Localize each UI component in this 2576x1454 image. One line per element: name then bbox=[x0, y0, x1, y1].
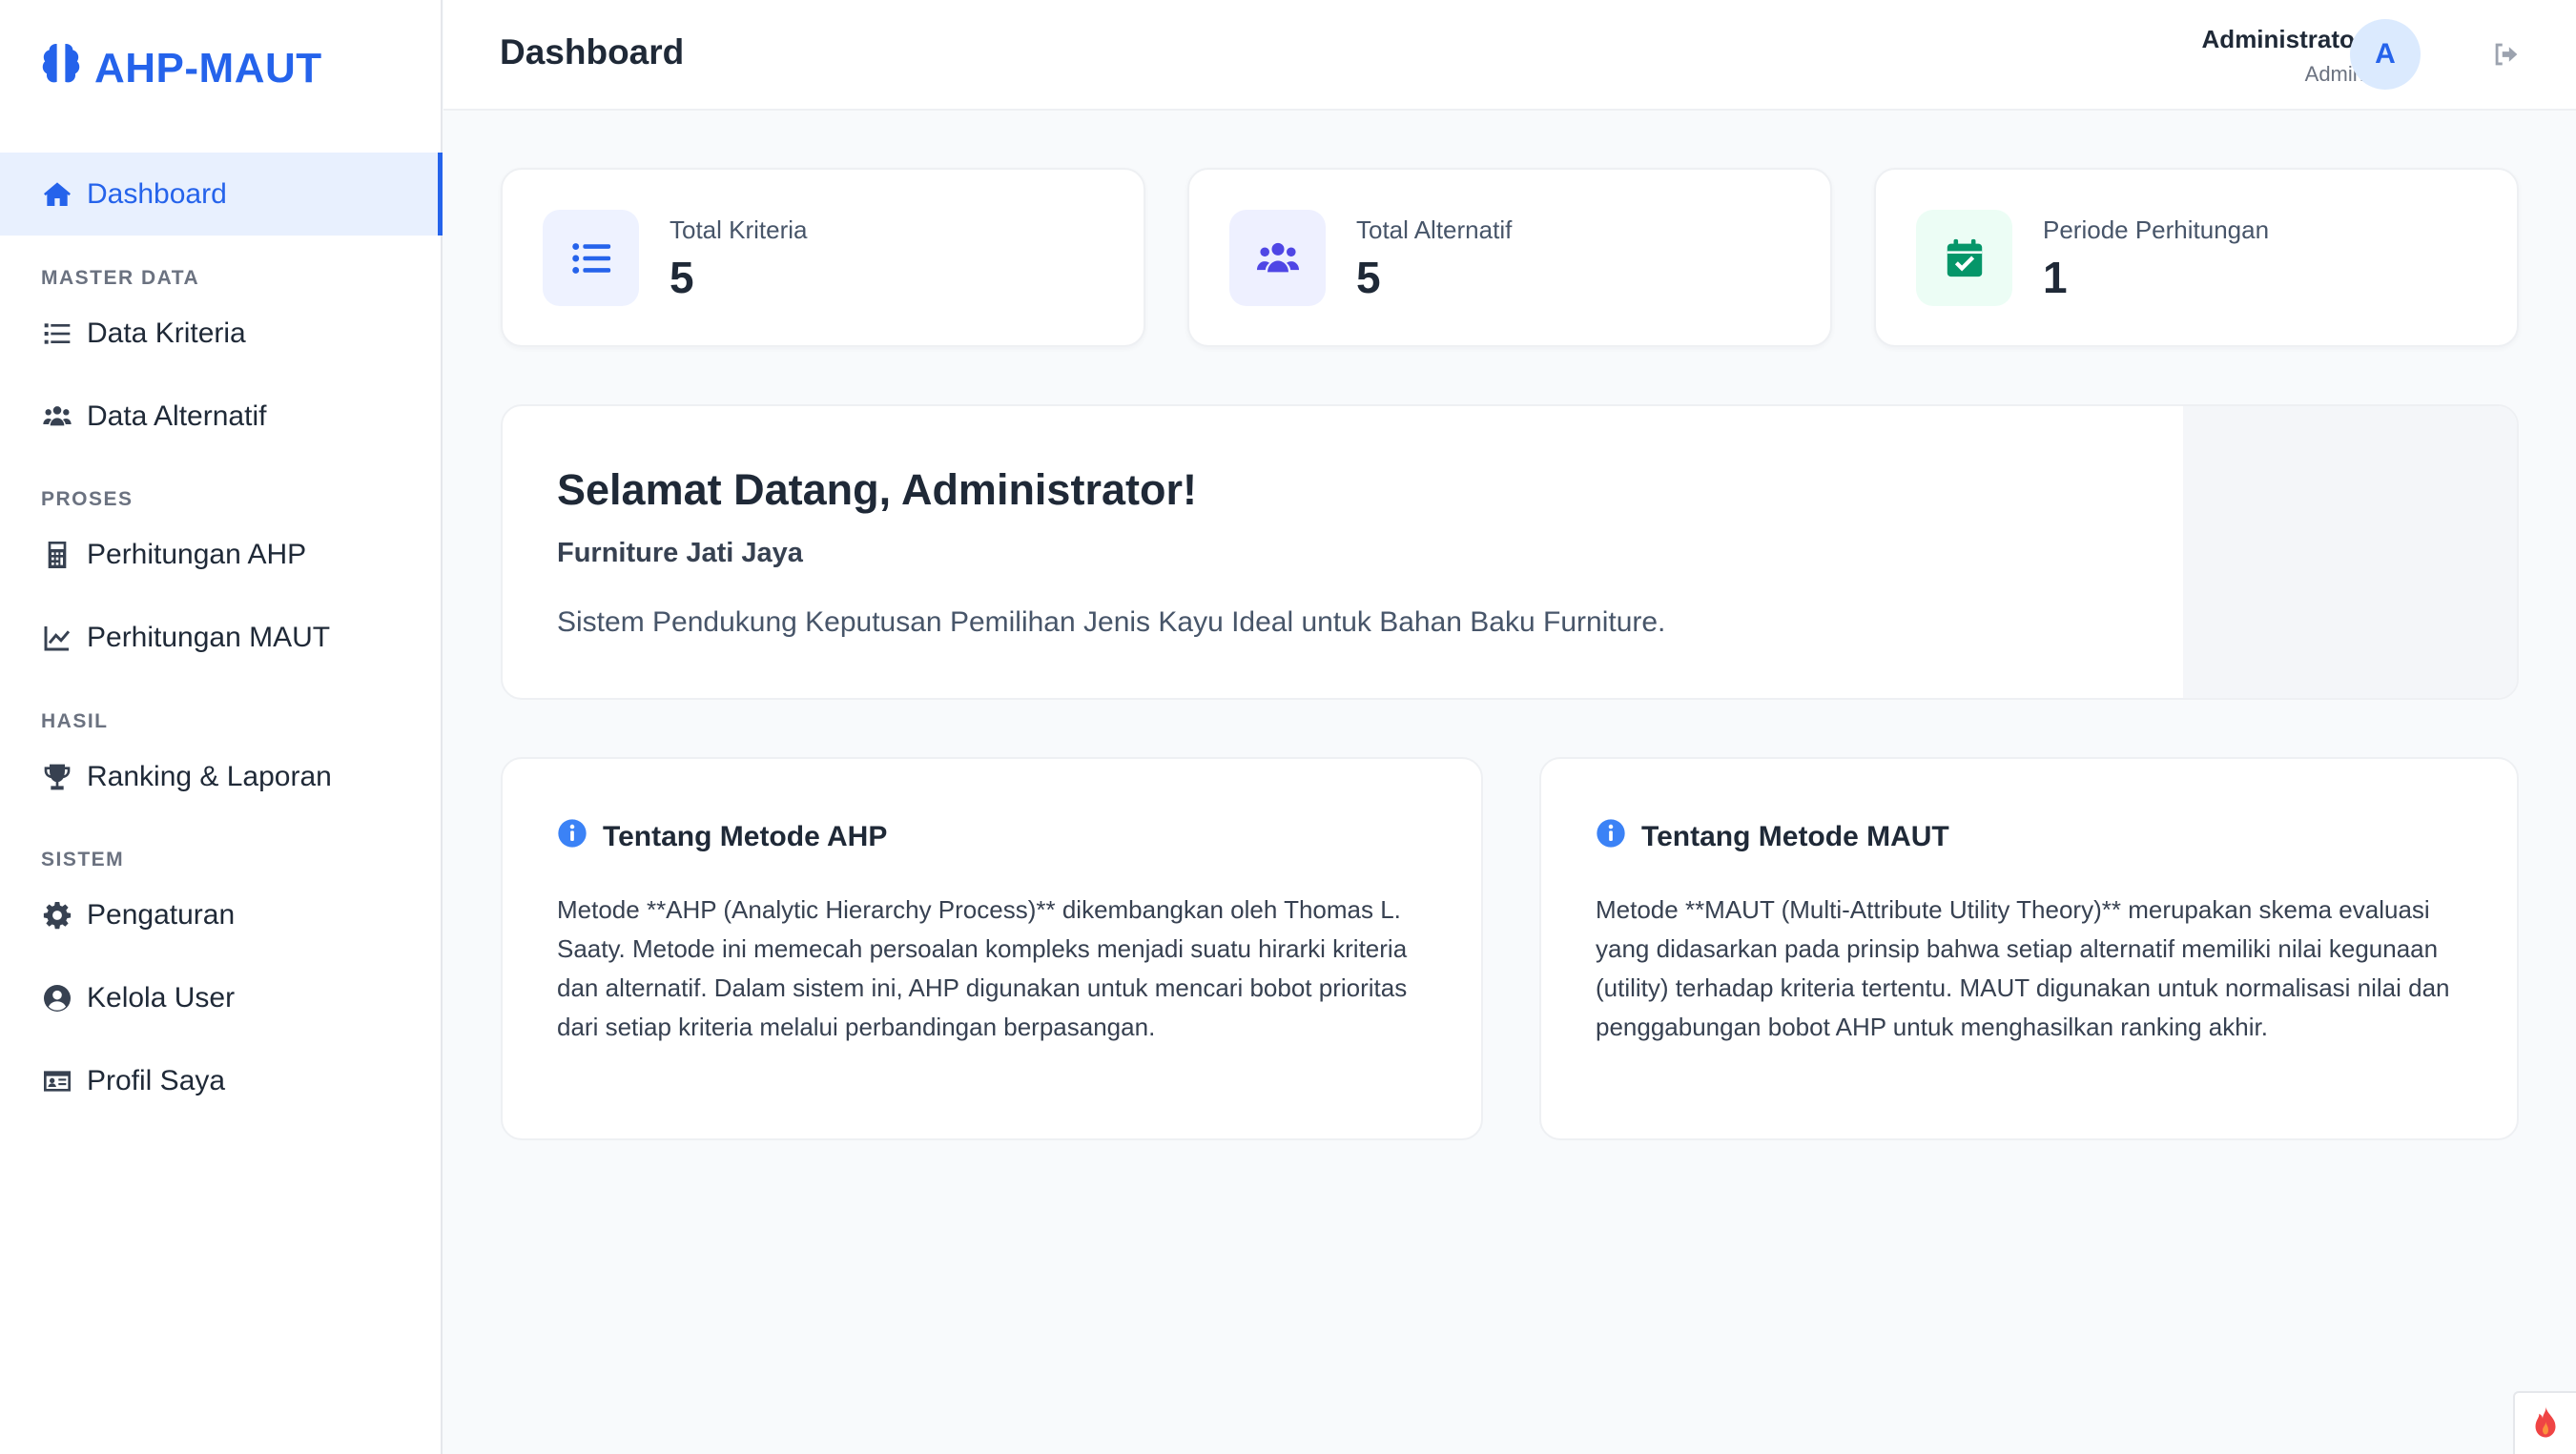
debug-toolbar-button[interactable] bbox=[2513, 1391, 2576, 1454]
sidebar-item-perhitungan-maut[interactable]: Perhitungan MAUT bbox=[0, 596, 443, 679]
brand-logo[interactable]: AHP-MAUT bbox=[41, 42, 322, 95]
info-card-text: Metode **MAUT (Multi-Attribute Utility T… bbox=[1596, 895, 2450, 1041]
user-info: Administrator Admin bbox=[2202, 25, 2364, 87]
stat-label: Total Kriteria bbox=[670, 215, 808, 244]
info-title-text: Tentang Metode AHP bbox=[603, 821, 888, 852]
info-circle-icon bbox=[557, 818, 587, 856]
user-circle-icon bbox=[41, 982, 73, 1014]
user-role: Admin bbox=[2304, 62, 2364, 86]
sidebar-item-data-alternatif[interactable]: Data Alternatif bbox=[0, 375, 443, 458]
id-card-icon bbox=[41, 1065, 73, 1097]
sidebar-item-label: Perhitungan MAUT bbox=[87, 621, 331, 653]
sidebar-item-profil-saya[interactable]: Profil Saya bbox=[0, 1039, 443, 1122]
users-icon bbox=[1229, 210, 1326, 306]
trophy-icon bbox=[41, 761, 73, 793]
stat-label: Periode Perhitungan bbox=[2043, 215, 2270, 244]
calendar-check-icon bbox=[1916, 210, 2012, 306]
sidebar-item-label: Kelola User bbox=[87, 981, 236, 1014]
stat-value: 1 bbox=[2043, 253, 2068, 302]
stat-card-total-kriteria: Total Kriteria 5 bbox=[501, 168, 1145, 347]
calculator-icon bbox=[41, 539, 73, 571]
stat-value: 5 bbox=[1356, 253, 1381, 302]
sidebar-item-label: Data Kriteria bbox=[87, 317, 246, 349]
info-card-text: Metode **AHP (Analytic Hierarchy Process… bbox=[557, 895, 1408, 1041]
logout-icon[interactable] bbox=[2490, 38, 2523, 71]
section-sistem: SISTEM bbox=[41, 849, 125, 870]
line-chart-icon bbox=[41, 622, 73, 654]
info-card-maut: Tentang Metode MAUT Metode **MAUT (Multi… bbox=[1539, 757, 2519, 1140]
sidebar-item-dashboard[interactable]: Dashboard bbox=[0, 153, 443, 236]
avatar[interactable]: A bbox=[2350, 19, 2421, 90]
flame-icon bbox=[2530, 1404, 2561, 1444]
stat-value: 5 bbox=[670, 253, 694, 302]
app-name: AHP-MAUT bbox=[94, 45, 322, 92]
info-circle-icon bbox=[1596, 818, 1626, 856]
page-title: Dashboard bbox=[500, 32, 685, 72]
welcome-title: Selamat Datang, Administrator! bbox=[557, 465, 1197, 514]
brain-icon bbox=[41, 42, 81, 96]
info-card-ahp: Tentang Metode AHP Metode **AHP (Analyti… bbox=[501, 757, 1483, 1140]
home-icon bbox=[41, 178, 73, 211]
app-root: AHP-MAUT Dashboard MASTER DATA Data Krit… bbox=[0, 0, 2576, 1454]
sidebar-item-data-kriteria[interactable]: Data Kriteria bbox=[0, 292, 443, 375]
info-title-text: Tentang Metode MAUT bbox=[1641, 821, 1949, 852]
gear-icon bbox=[41, 899, 73, 932]
sidebar-item-ranking-laporan[interactable]: Ranking & Laporan bbox=[0, 735, 443, 818]
decorative-panel bbox=[2183, 406, 2517, 698]
sidebar-item-label: Dashboard bbox=[87, 177, 227, 210]
stat-card-total-alternatif: Total Alternatif 5 bbox=[1187, 168, 1832, 347]
list-icon bbox=[41, 317, 73, 350]
sidebar-item-label: Profil Saya bbox=[87, 1064, 226, 1096]
welcome-card: Selamat Datang, Administrator! Furniture… bbox=[501, 404, 2519, 700]
stat-label: Total Alternatif bbox=[1356, 215, 1513, 244]
stat-card-periode-perhitungan: Periode Perhitungan 1 bbox=[1874, 168, 2519, 347]
sidebar-item-pengaturan[interactable]: Pengaturan bbox=[0, 873, 443, 956]
sidebar-item-label: Ranking & Laporan bbox=[87, 760, 332, 792]
sidebar-item-perhitungan-ahp[interactable]: Perhitungan AHP bbox=[0, 513, 443, 596]
list-icon bbox=[543, 210, 639, 306]
section-master-data: MASTER DATA bbox=[41, 267, 200, 289]
sidebar-item-label: Data Alternatif bbox=[87, 399, 267, 432]
sidebar-item-label: Pengaturan bbox=[87, 898, 236, 931]
sidebar: AHP-MAUT Dashboard MASTER DATA Data Krit… bbox=[0, 0, 443, 1454]
users-icon bbox=[41, 400, 73, 433]
section-proses: PROSES bbox=[41, 488, 134, 510]
sidebar-item-label: Perhitungan AHP bbox=[87, 538, 307, 570]
top-header: Dashboard Administrator Admin A bbox=[443, 0, 2576, 111]
welcome-subtitle: Furniture Jati Jaya bbox=[557, 538, 803, 568]
sidebar-item-kelola-user[interactable]: Kelola User bbox=[0, 956, 443, 1039]
info-card-title: Tentang Metode AHP bbox=[557, 818, 887, 856]
welcome-description: Sistem Pendukung Keputusan Pemilihan Jen… bbox=[557, 606, 1666, 638]
user-name: Administrator bbox=[2201, 25, 2364, 53]
info-card-title: Tentang Metode MAUT bbox=[1596, 818, 1949, 856]
section-hasil: HASIL bbox=[41, 710, 109, 732]
